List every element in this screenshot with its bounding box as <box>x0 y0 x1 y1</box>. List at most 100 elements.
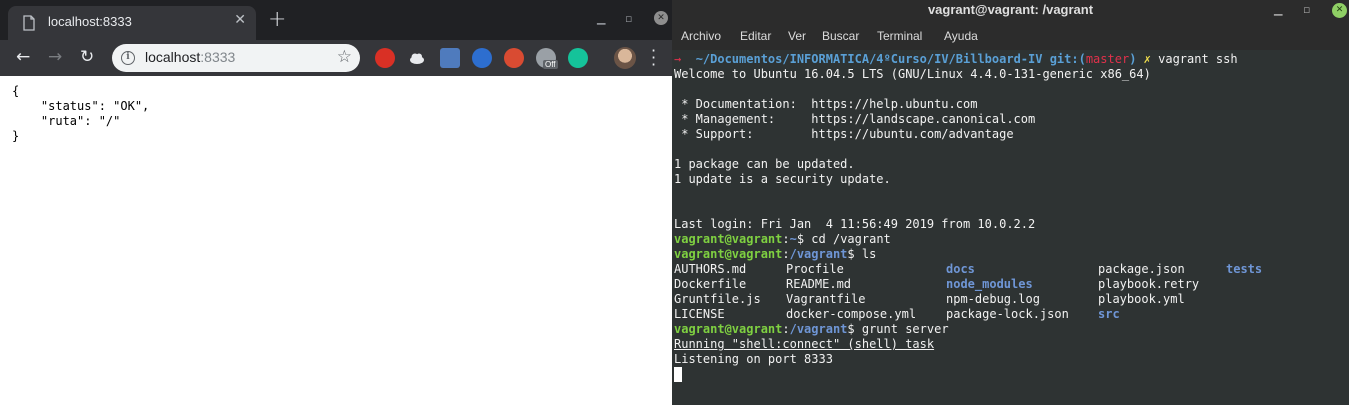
vm-user: vagrant@vagrant <box>674 322 783 336</box>
ls-file: AUTHORS.md <box>674 262 747 276</box>
ls-file: LICENSE <box>674 307 725 321</box>
url-port: :8333 <box>200 49 236 65</box>
terminal-line: Running "shell:connect" (shell) task <box>674 337 935 351</box>
menu-editar[interactable]: Editar <box>740 29 771 43</box>
terminal-blank <box>674 202 1349 217</box>
command-text: vagrant ssh <box>1158 52 1238 66</box>
command-text: $ grunt server <box>847 322 949 336</box>
prompt-path: ~/Documentos/INFORMATICA/4ºCurso/IV/Bill… <box>695 52 1043 66</box>
ls-directory: tests <box>1226 262 1263 276</box>
git-close: ) <box>1129 52 1137 66</box>
menu-ver[interactable]: Ver <box>788 29 806 43</box>
vm-user: vagrant@vagrant <box>674 247 783 261</box>
bookmark-star-icon[interactable]: ☆ <box>337 47 352 67</box>
url-host: localhost <box>145 49 201 65</box>
json-line: { <box>12 84 20 98</box>
terminal-blank <box>674 187 1349 202</box>
vm-path: ~ <box>789 232 797 246</box>
ls-directory: docs <box>946 262 975 276</box>
ls-file: README.md <box>786 277 852 291</box>
screen-icon[interactable] <box>440 48 460 68</box>
browser-menu-icon[interactable]: · · · <box>651 43 656 73</box>
ls-output: AUTHORS.md Procfile docs package.json tests D… <box>674 262 1349 322</box>
ls-file: Dockerfile <box>674 277 747 291</box>
address-bar[interactable]: i localhost:8333 ☆ <box>112 44 360 72</box>
cloud-icon[interactable] <box>407 48 427 68</box>
forward-button[interactable]: → <box>48 47 62 67</box>
terminal-line: * Documentation: https://help.ubuntu.com <box>674 97 978 111</box>
terminal-minimize-icon[interactable]: ▁ <box>1274 3 1282 16</box>
globe-icon[interactable] <box>472 48 492 68</box>
ls-file: package.json <box>1098 262 1185 276</box>
ls-file: npm-debug.log <box>946 292 1040 306</box>
browser-tab-bar: localhost:8333 ✕ + ▁ ▫ ✕ <box>0 0 672 40</box>
maximize-icon[interactable]: ▫ <box>625 12 632 25</box>
command-text: $ cd /vagrant <box>796 232 891 246</box>
command-text: $ ls <box>847 247 877 261</box>
ls-file: Procfile <box>786 262 844 276</box>
adblock-icon[interactable] <box>375 48 395 68</box>
menu-terminal[interactable]: Terminal <box>877 29 922 43</box>
ls-directory: node_modules <box>946 277 1033 291</box>
tab-close-icon[interactable]: ✕ <box>234 12 246 28</box>
terminal-line: → ~/Documentos/INFORMATICA/4ºCurso/IV/Bi… <box>674 52 1349 67</box>
url-text: localhost:8333 <box>145 49 235 65</box>
terminal-line: vagrant@vagrant:~$ cd /vagrant <box>674 232 891 246</box>
terminal-line: 1 update is a security update. <box>674 172 891 186</box>
ls-file: Vagrantfile <box>786 292 866 306</box>
terminal-title: vagrant@vagrant: /vagrant <box>927 2 1094 17</box>
json-line: } <box>12 129 20 143</box>
terminal-line: Listening on port 8333 <box>674 352 833 366</box>
santa-icon[interactable] <box>504 48 524 68</box>
browser-tab[interactable]: localhost:8333 ✕ <box>8 6 256 40</box>
new-tab-button[interactable]: + <box>268 7 286 32</box>
terminal-blank <box>674 142 1349 157</box>
back-button[interactable]: ← <box>16 47 30 67</box>
terminal-close-icon[interactable]: ✕ <box>1332 3 1347 18</box>
ls-file: playbook.retry <box>1098 277 1200 291</box>
browser-window: localhost:8333 ✕ + ▁ ▫ ✕ ← → ↻ i localho… <box>0 0 672 405</box>
prompt-arrow-icon: → <box>674 52 696 66</box>
menu-archivo[interactable]: Archivo <box>681 29 721 43</box>
terminal-titlebar: vagrant@vagrant: /vagrant ▁ ▫ ✕ <box>672 0 1349 22</box>
extension-off-badge: Off <box>543 60 558 69</box>
terminal-line: * Support: https://ubuntu.com/advantage <box>674 127 1014 141</box>
page-icon <box>23 15 35 31</box>
ls-file: package-lock.json <box>946 307 1069 321</box>
ls-directory: src <box>1098 307 1120 321</box>
terminal-line <box>674 367 1349 382</box>
terminal-window: vagrant@vagrant: /vagrant ▁ ▫ ✕ Archivo … <box>672 0 1349 405</box>
vm-path: /vagrant <box>789 247 848 261</box>
reload-button[interactable]: ↻ <box>80 47 94 67</box>
browser-toolbar: ← → ↻ i localhost:8333 ☆ Off · · · <box>0 40 672 76</box>
terminal-line: Last login: Fri Jan 4 11:56:49 2019 from… <box>674 217 1036 231</box>
site-info-icon[interactable]: i <box>121 51 135 65</box>
vm-path: /vagrant <box>789 322 848 336</box>
menu-ayuda[interactable]: Ayuda <box>944 29 978 43</box>
git-dirty-mark: ✗ <box>1143 52 1151 66</box>
terminal-output[interactable]: → ~/Documentos/INFORMATICA/4ºCurso/IV/Bi… <box>674 52 1349 382</box>
json-line: "status": "OK", <box>12 99 150 113</box>
ls-file: Gruntfile.js <box>674 292 761 306</box>
git-branch: master <box>1085 52 1130 66</box>
minimize-icon[interactable]: ▁ <box>597 12 605 25</box>
terminal-line: vagrant@vagrant:/vagrant$ grunt server <box>674 322 949 336</box>
ls-file: playbook.yml <box>1098 292 1185 306</box>
profile-avatar[interactable] <box>614 47 636 69</box>
vm-user: vagrant@vagrant <box>674 232 783 246</box>
json-response: { "status": "OK", "ruta": "/"} <box>12 84 149 144</box>
ls-file: docker-compose.yml <box>786 307 917 321</box>
menu-buscar[interactable]: Buscar <box>822 29 859 43</box>
terminal-maximize-icon[interactable]: ▫ <box>1303 3 1310 16</box>
terminal-blank <box>674 82 1349 97</box>
terminal-line: * Management: https://landscape.canonica… <box>674 112 1036 126</box>
terminal-line: Welcome to Ubuntu 16.04.5 LTS (GNU/Linux… <box>674 67 1151 81</box>
terminal-menubar: Archivo Editar Ver Buscar Terminal Ayuda <box>672 22 1349 50</box>
grammarly-icon[interactable] <box>568 48 588 68</box>
git-label: git:( <box>1049 52 1086 66</box>
json-line: "ruta": "/" <box>12 114 121 128</box>
terminal-cursor <box>674 367 682 382</box>
terminal-line: 1 package can be updated. <box>674 157 855 171</box>
browser-close-icon[interactable]: ✕ <box>654 11 668 25</box>
tab-title: localhost:8333 <box>48 14 132 29</box>
